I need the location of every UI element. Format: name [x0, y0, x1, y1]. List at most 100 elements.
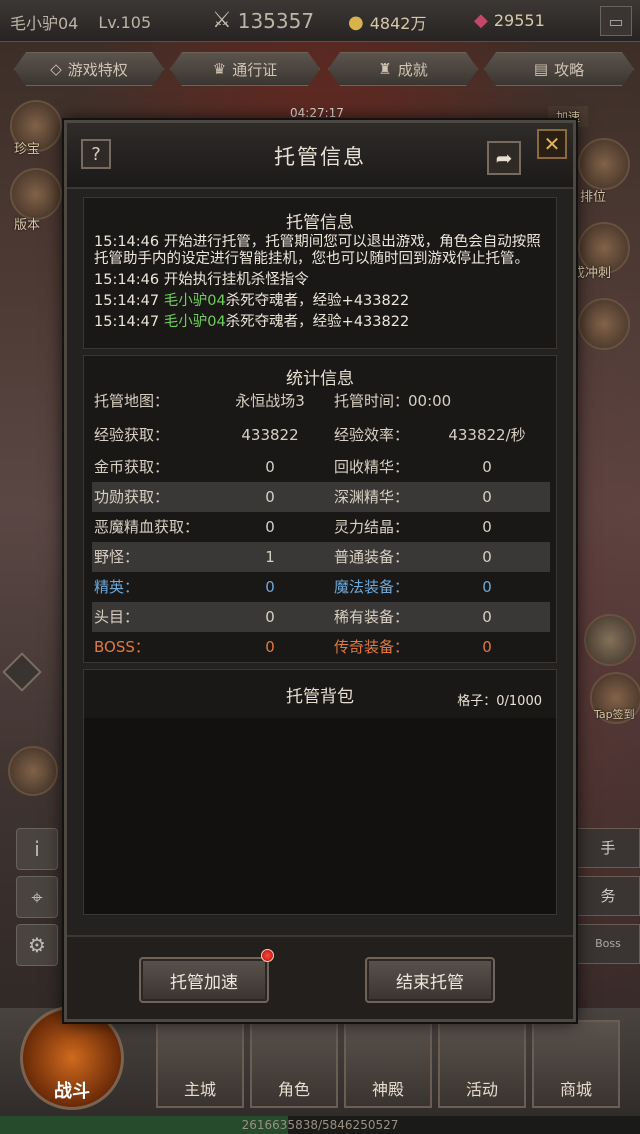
stat-label: 稀有装备：	[334, 608, 410, 626]
share-button[interactable]: ➦	[487, 141, 521, 175]
compass-icon[interactable]	[578, 298, 630, 350]
log-text: 杀死夺魂者，经验+433822	[225, 314, 410, 330]
log-time: 15:14:47	[94, 314, 160, 330]
nav-shop[interactable]: 商城	[532, 1020, 620, 1108]
stat-label: BOSS：	[94, 638, 150, 656]
side-label-left-2: 版本	[14, 218, 41, 233]
power-display: ⚔ 135357	[212, 8, 314, 33]
stat-value: 00:00	[408, 392, 452, 410]
nav-battle-pass[interactable]: ♛ 通行证	[170, 52, 320, 86]
settings-gear-icon[interactable]: ⚙	[16, 924, 58, 966]
experience-text: 2616635838/5846250527	[241, 1118, 399, 1132]
button-label: 托管加速	[170, 972, 238, 993]
hosting-log[interactable]: 15:14:46 开始进行托管，托管期间您可以退出游戏，角色会自动按照托管助手内…	[94, 234, 546, 344]
log-player-name: 毛小驴04	[163, 293, 226, 309]
stat-value: 1	[265, 548, 275, 566]
accelerate-hosting-button[interactable]: 托管加速	[139, 957, 269, 1003]
experience-bar: 2616635838/5846250527	[0, 1116, 640, 1134]
side-label-left-1: 珍宝	[14, 142, 41, 157]
nav-label: 游戏特权	[67, 60, 128, 79]
bag-grid[interactable]	[84, 718, 556, 914]
stat-value: 0	[482, 548, 492, 566]
gem-value: 29551	[493, 11, 545, 30]
stat-label: 魔法装备：	[334, 578, 410, 596]
stat-value: 0	[482, 638, 492, 656]
ranking-icon[interactable]	[578, 138, 630, 190]
gem-icon: ◆	[474, 10, 488, 31]
side-label-right-1: 排位	[580, 190, 607, 205]
gold-display[interactable]: ● 4842万	[348, 10, 426, 34]
nav-activity[interactable]: 活动	[438, 1020, 526, 1108]
log-player-name: 毛小驴04	[163, 314, 226, 330]
nav-guide[interactable]: ▤ 攻略	[484, 52, 634, 86]
event-timer: 04:27:17	[290, 106, 344, 120]
nav-item-label: 神殿	[371, 1080, 404, 1099]
stat-label: 经验效率：	[334, 426, 410, 444]
stat-value: 433822	[241, 426, 299, 444]
stat-label: 头目：	[94, 608, 140, 626]
stat-value: 0	[482, 518, 492, 536]
player-name: 毛小驴04	[10, 14, 79, 33]
nav-character[interactable]: 角色	[250, 1020, 338, 1108]
dialog-footer: 托管加速 结束托管	[67, 935, 573, 1019]
stats-row-exp: 经验获取： 433822 经验效率： 433822/秒	[92, 420, 550, 450]
feature-nav: ◇ 游戏特权 ♛ 通行证 ♜ 成就 ▤ 攻略	[0, 46, 640, 90]
statistics-panel: 统计信息 托管地图： 永恒战场3 托管时间： 00:00 经验获取： 43382…	[83, 355, 557, 663]
side-panel-1[interactable]: 手	[576, 828, 640, 868]
nav-game-privilege[interactable]: ◇ 游戏特权	[14, 52, 164, 86]
stat-label: 功勋获取：	[94, 488, 170, 506]
log-text: 开始进行托管，托管期间您可以退出游戏，角色会自动按照托管助手内的设定进行智能挂机…	[94, 234, 541, 267]
chat-icon[interactable]: ▭	[600, 6, 632, 36]
log-text: 杀死夺魂者，经验+433822	[225, 293, 410, 309]
side-panel-3[interactable]: Boss	[576, 924, 640, 964]
nav-main-city[interactable]: 主城	[156, 1020, 244, 1108]
stat-value: 0	[482, 608, 492, 626]
stat-label: 回收精华：	[334, 458, 410, 476]
player-info[interactable]: 毛小驴04 Lv.105	[10, 10, 151, 34]
fight-label: 战斗	[54, 1081, 90, 1102]
side-panel-2[interactable]: 务	[576, 876, 640, 916]
nav-item-label: 角色	[277, 1080, 310, 1099]
nav-temple[interactable]: 神殿	[344, 1020, 432, 1108]
stat-label: 经验获取：	[94, 426, 170, 444]
log-time: 15:14:46	[94, 272, 160, 288]
stats-row-boss: BOSS： 0 传奇装备： 0	[92, 632, 550, 662]
stat-value: 0	[482, 488, 492, 506]
log-entry: 15:14:46 开始进行托管，托管期间您可以退出游戏，角色会自动按照托管助手内…	[94, 234, 546, 268]
log-panel-title: 托管信息	[286, 213, 354, 233]
end-hosting-button[interactable]: 结束托管	[365, 957, 495, 1003]
log-time: 15:14:46	[94, 234, 160, 250]
gem-display[interactable]: ◆ 29551	[474, 10, 545, 31]
close-button[interactable]: ✕	[537, 129, 567, 159]
stats-row-merit: 功勋获取： 0 深渊精华： 0	[92, 482, 550, 512]
stats-row-gold: 金币获取： 0 回收精华： 0	[92, 452, 550, 482]
gold-value: 4842万	[369, 14, 427, 33]
nav-item-label: 活动	[465, 1080, 498, 1099]
skill-icon[interactable]	[8, 746, 58, 796]
nav-item-label: 主城	[183, 1080, 216, 1099]
stats-row-leader: 头目： 0 稀有装备： 0	[92, 602, 550, 632]
stat-value: 0	[482, 458, 492, 476]
player-level: Lv.105	[98, 12, 152, 32]
stat-label: 深渊精华：	[334, 488, 410, 506]
side-label-right-3: Tap签到	[594, 708, 635, 721]
version-icon[interactable]	[10, 168, 62, 220]
stat-label: 野怪：	[94, 548, 140, 566]
diamond-icon: ◇	[50, 60, 62, 78]
nav-achievement[interactable]: ♜ 成就	[328, 52, 478, 86]
button-label: 结束托管	[396, 972, 464, 993]
left-arrow-icon[interactable]	[2, 652, 42, 692]
info-icon[interactable]: i	[16, 828, 58, 870]
location-icon[interactable]: ⌖	[16, 876, 58, 918]
stat-label: 精英：	[94, 578, 140, 596]
hosting-bag-panel: 托管背包 格子：0/1000	[83, 669, 557, 915]
stat-value: 0	[265, 608, 275, 626]
stat-value: 0	[265, 458, 275, 476]
nav-item-label: 商城	[559, 1080, 592, 1099]
share-arrow-icon: ➦	[495, 146, 513, 170]
chat-bubble-icon[interactable]	[584, 614, 636, 666]
close-icon: ✕	[543, 132, 561, 156]
log-entry: 15:14:47 毛小驴04杀死夺魂者，经验+433822	[94, 314, 546, 331]
stats-row-demon-blood: 恶魔精血获取： 0 灵力结晶： 0	[92, 512, 550, 542]
stats-row-map: 托管地图： 永恒战场3 托管时间： 00:00	[92, 386, 550, 416]
